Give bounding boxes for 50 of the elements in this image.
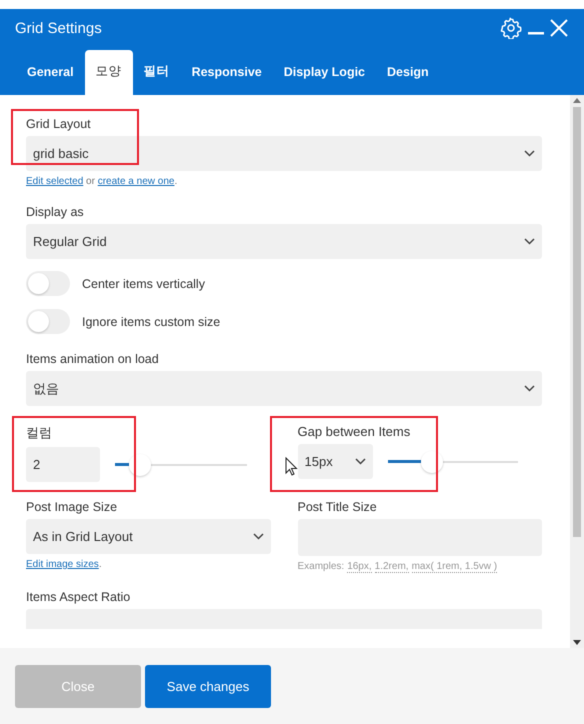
hint-text: Examples: [298,561,344,572]
tab[interactable]: Display Logic [272,50,376,95]
dialog-button[interactable]: Save changes [145,664,271,708]
chevron-icon [524,150,535,157]
chevron-icon [524,238,535,245]
toggle-label: Center items vertically [82,276,205,290]
mouse-pointer-icon [284,457,298,476]
example-value[interactable]: 16px, [347,561,372,573]
select-field[interactable]: Regular Grid [26,224,542,259]
example-value[interactable]: max( 1rem, 1.5vw ) [412,561,498,573]
window-title: Grid Settings [15,20,102,36]
scroll-down-icon[interactable] [573,640,581,645]
chevron-icon [252,533,264,540]
select-field[interactable]: grid basic [26,136,542,171]
toggle-switch[interactable] [26,309,70,334]
help-text: Edit selected or create a new one. [26,176,178,187]
field-label: Gap between Items [298,424,412,439]
settings-icon[interactable] [500,17,522,39]
link[interactable]: Edit selected [26,176,84,187]
tab[interactable]: 모양 [84,50,133,95]
number-field[interactable]: 2 [26,447,100,482]
tab[interactable]: Responsive [180,50,273,95]
field-label: Display as [26,205,85,219]
slider-thumb[interactable] [129,454,152,476]
tab[interactable]: Design [376,50,440,95]
close-icon[interactable] [550,19,568,37]
chevron-icon [354,458,366,465]
scroll-up-icon[interactable] [573,98,581,103]
chevron-icon [524,385,535,392]
field-label: 컬럼 [26,424,53,442]
toggle-label: Ignore items custom size [82,314,220,328]
field-label: Post Image Size [26,500,118,514]
select-field[interactable]: 15px [298,444,372,479]
tab[interactable]: General [16,50,85,95]
field-label: Items Aspect Ratio [26,590,132,604]
scrollbar[interactable] [570,95,584,648]
link[interactable]: Edit image sizes [26,559,99,570]
link[interactable]: create a new one [98,176,174,187]
tab[interactable]: 필터 [132,50,181,95]
toggle-switch[interactable] [26,271,70,296]
slider-thumb[interactable] [421,450,444,472]
field-label: Items animation on load [26,352,160,366]
period-text: . [98,559,102,570]
minimize-icon[interactable] [528,32,544,36]
example-value[interactable]: 1.2rem, [374,561,409,573]
select-field[interactable]: As in Grid Layout [26,519,270,554]
field-label: Grid Layout [26,117,92,131]
field-label: Post Title Size [298,500,378,514]
scrollbar-thumb[interactable] [573,107,581,537]
select-field[interactable]: 없음 [26,371,542,406]
